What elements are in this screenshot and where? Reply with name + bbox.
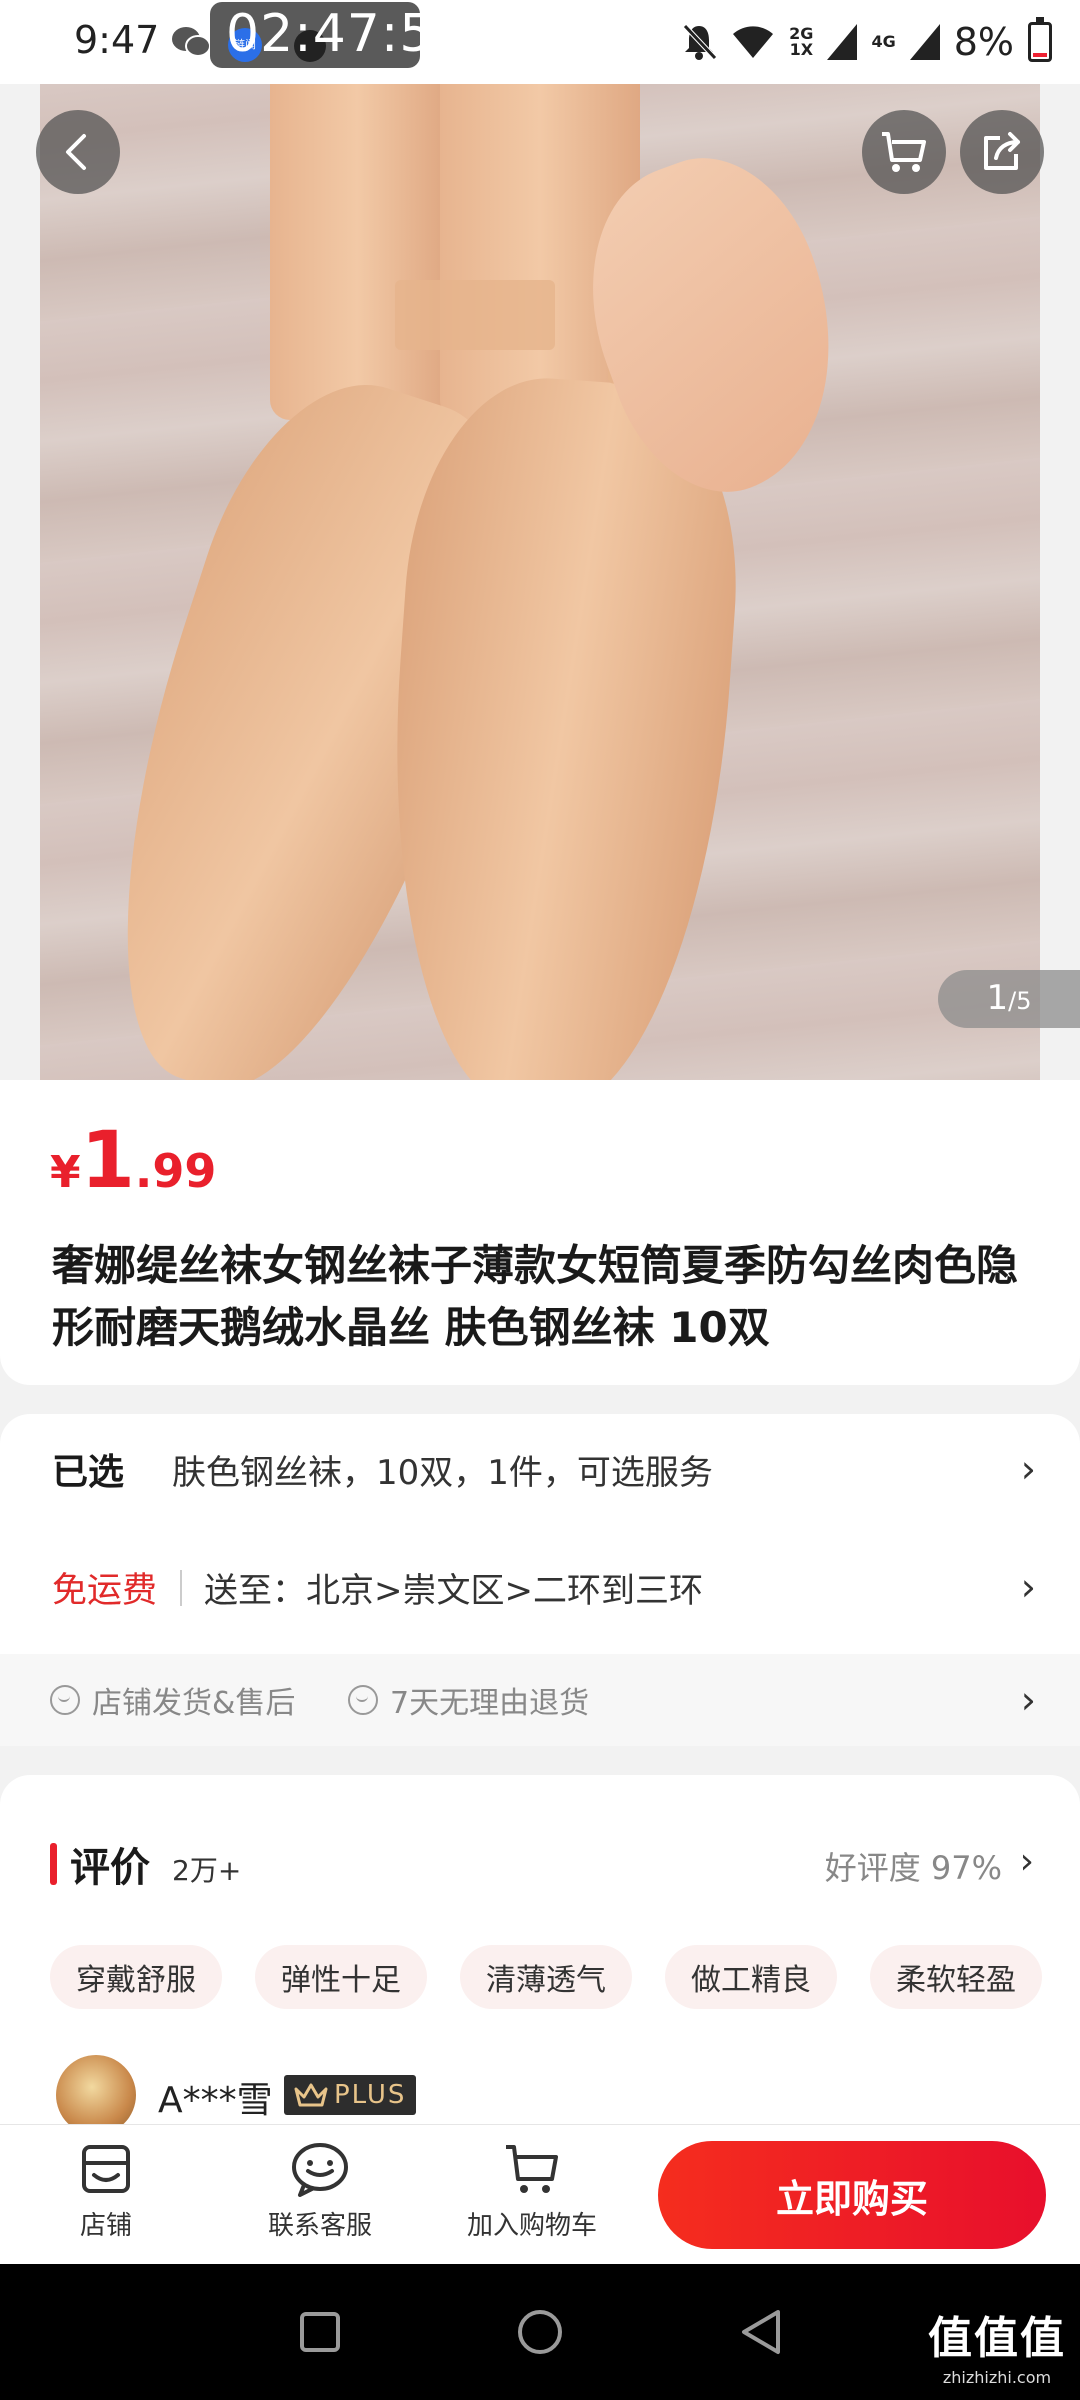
network-4g: 4G	[871, 32, 896, 51]
cart-icon	[506, 2145, 558, 2193]
wifi-icon	[733, 26, 774, 58]
system-nav-bar	[0, 2264, 1080, 2400]
service-item-store: 店铺发货&售后	[50, 1678, 295, 1722]
recording-timer: 02:47:52	[226, 4, 468, 64]
battery-percent: 8%	[953, 20, 1014, 64]
signal-icon-1	[827, 24, 858, 60]
chevron-right-icon[interactable]: ›	[1020, 1841, 1034, 1882]
divider	[180, 1570, 182, 1606]
buy-now-button[interactable]: 立即购买	[658, 2141, 1046, 2249]
cart-shortcut-button[interactable]	[862, 110, 946, 194]
cart-icon	[882, 132, 926, 172]
selected-label: 已选	[52, 1452, 125, 1493]
screen-recorder-pill[interactable]: 链闻 02:47:52	[210, 2, 467, 68]
review-tag[interactable]: 穿戴舒服	[50, 1945, 222, 2009]
bottom-action-bar: 店铺 联系客服 加入购物车 立即购买	[0, 2124, 1080, 2264]
chat-icon	[292, 2143, 348, 2197]
store-icon	[82, 2145, 130, 2193]
shipping-row[interactable]: 免运费 送至：北京>崇文区>二环到三环 ›	[0, 1532, 1080, 1642]
reviews-card: 评价 2万+ 好评度 97% › 穿戴舒服 弹性十足 清薄透气 做工精良 柔软轻…	[0, 1775, 1080, 2135]
battery-icon	[1028, 17, 1052, 62]
chevron-right-icon: ›	[1020, 1447, 1036, 1491]
share-icon	[984, 132, 1020, 170]
positive-rating[interactable]: 好评度 97%	[825, 1843, 1002, 1889]
crown-icon	[294, 2083, 328, 2107]
mute-bell-icon	[683, 24, 717, 60]
wechat-notification-icon	[172, 27, 211, 57]
service-row[interactable]: 店铺发货&售后 7天无理由退货 ›	[0, 1654, 1080, 1746]
avatar	[56, 2055, 136, 2135]
selected-spec-row[interactable]: 已选 肤色钢丝袜，10双，1件，可选服务 ›	[0, 1414, 1080, 1524]
status-time: 9:47	[74, 18, 160, 62]
product-title: 奢娜缇丝袜女钢丝袜子薄款女短筒夏季防勾丝肉色隐形耐磨天鹅绒水晶丝 肤色钢丝袜 1…	[52, 1241, 1019, 1352]
reviews-title: 评价	[70, 1845, 150, 1891]
chevron-right-icon: ›	[1020, 1565, 1036, 1609]
review-tag[interactable]: 做工精良	[665, 1945, 837, 2009]
reviewer-name: A***雪	[158, 2080, 273, 2121]
reviews-count: 2万+	[172, 1854, 242, 1887]
chevron-left-icon	[66, 134, 86, 170]
price-card: ¥ 1 .99 奢娜缇丝袜女钢丝袜子薄款女短筒夏季防勾丝肉色隐形耐磨天鹅绒水晶丝…	[0, 1080, 1080, 1385]
delivery-address: 送至：北京>崇文区>二环到三环	[204, 1570, 703, 1611]
signal-icon-2	[909, 24, 940, 60]
add-to-cart-button[interactable]: 加入购物车	[452, 2141, 612, 2242]
smile-check-icon	[50, 1685, 80, 1715]
product-detail-page: 9:47 链闻 02:47:52 2G 1X 4G 8% 1 /5 ¥ 1 .9…	[0, 0, 1080, 2400]
review-tag[interactable]: 弹性十足	[255, 1945, 427, 2009]
product-image-gallery[interactable]	[0, 80, 1080, 1080]
options-card: 已选 肤色钢丝袜，10双，1件，可选服务 › 免运费 送至：北京>崇文区>二环到…	[0, 1414, 1080, 1746]
smile-check-icon	[348, 1685, 378, 1715]
status-icons: 2G 1X 4G 8%	[681, 16, 1052, 68]
back-nav-button[interactable]	[738, 2308, 784, 2356]
chevron-right-icon: ›	[1020, 1678, 1036, 1722]
home-button[interactable]	[518, 2310, 562, 2354]
section-accent-bar	[50, 1843, 57, 1885]
free-shipping-label: 免运费	[52, 1570, 158, 1611]
customer-service-button[interactable]: 联系客服	[240, 2141, 400, 2242]
status-bar: 9:47 链闻 02:47:52 2G 1X 4G 8%	[0, 0, 1080, 84]
image-counter: 1 /5	[938, 970, 1080, 1028]
recents-button[interactable]	[300, 2312, 340, 2352]
back-button[interactable]	[36, 110, 120, 194]
product-price: ¥ 1 .99	[50, 1116, 217, 1206]
store-button[interactable]: 店铺	[26, 2141, 186, 2242]
share-button[interactable]	[960, 110, 1044, 194]
network-2g-1x: 2G 1X	[789, 24, 814, 59]
review-tags: 穿戴舒服 弹性十足 清薄透气 做工精良 柔软轻盈	[50, 1945, 1042, 2009]
review-tag[interactable]: 柔软轻盈	[870, 1945, 1042, 2009]
review-tag[interactable]: 清薄透气	[460, 1945, 632, 2009]
watermark: 值值值 zhizhizhi.com	[928, 2313, 1066, 2387]
selected-value: 肤色钢丝袜，10双，1件，可选服务	[172, 1452, 713, 1493]
plus-badge: PLUS	[284, 2075, 417, 2115]
service-item-return: 7天无理由退货	[348, 1678, 589, 1722]
product-photo[interactable]	[40, 80, 1040, 1080]
